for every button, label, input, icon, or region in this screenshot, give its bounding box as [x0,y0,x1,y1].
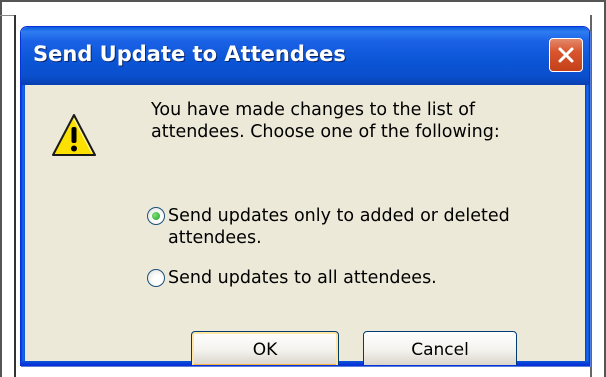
close-icon [558,47,574,63]
dialog-right-edge [585,85,589,365]
option-all-attendees[interactable]: Send updates to all attendees. [147,267,437,289]
option-label[interactable]: Send updates to all attendees. [168,267,437,289]
dialog-title: Send Update to Attendees [33,42,346,66]
background-right-border [590,15,592,377]
option-added-deleted[interactable]: Send updates only to added or deleted at… [147,205,567,249]
radio-button-selected[interactable] [147,207,165,225]
cancel-button[interactable]: Cancel [363,331,517,365]
radio-button[interactable] [147,269,165,287]
send-update-dialog: Send Update to Attendees You have made c… [20,26,590,366]
option-label[interactable]: Send updates only to added or deleted at… [168,205,567,249]
radio-selected-dot [152,212,160,220]
dialog-message: You have made changes to the list of att… [151,100,500,142]
dialog-body: You have made changes to the list of att… [25,85,585,365]
ok-button[interactable]: OK [191,331,339,365]
background-left-border [14,15,16,377]
close-button[interactable] [549,38,583,72]
warning-icon [52,114,96,156]
title-bar[interactable]: Send Update to Attendees [21,27,589,85]
